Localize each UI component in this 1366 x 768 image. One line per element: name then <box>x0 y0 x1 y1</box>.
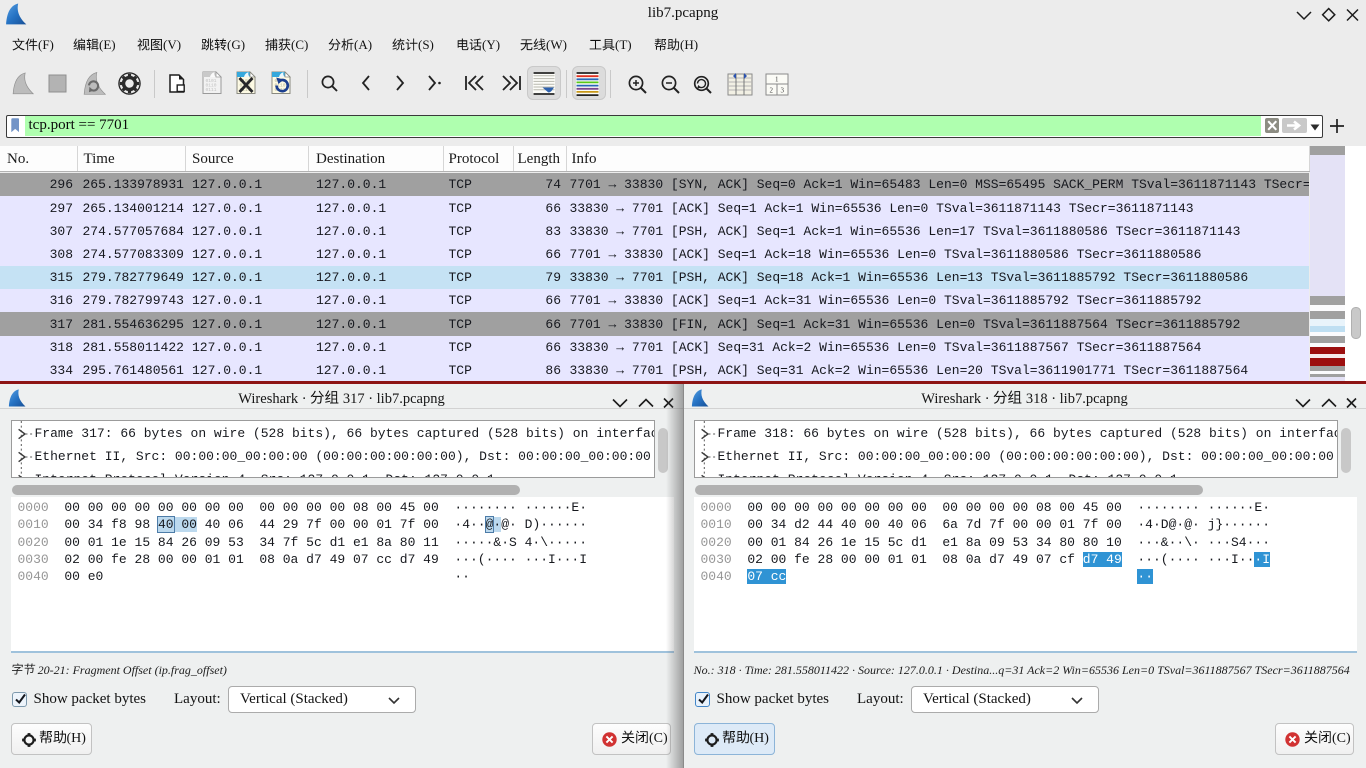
svg-text:2: 2 <box>770 87 774 95</box>
svg-text:0111: 0111 <box>206 87 217 93</box>
svg-text:3: 3 <box>781 87 785 95</box>
svg-text:1: 1 <box>775 76 779 84</box>
